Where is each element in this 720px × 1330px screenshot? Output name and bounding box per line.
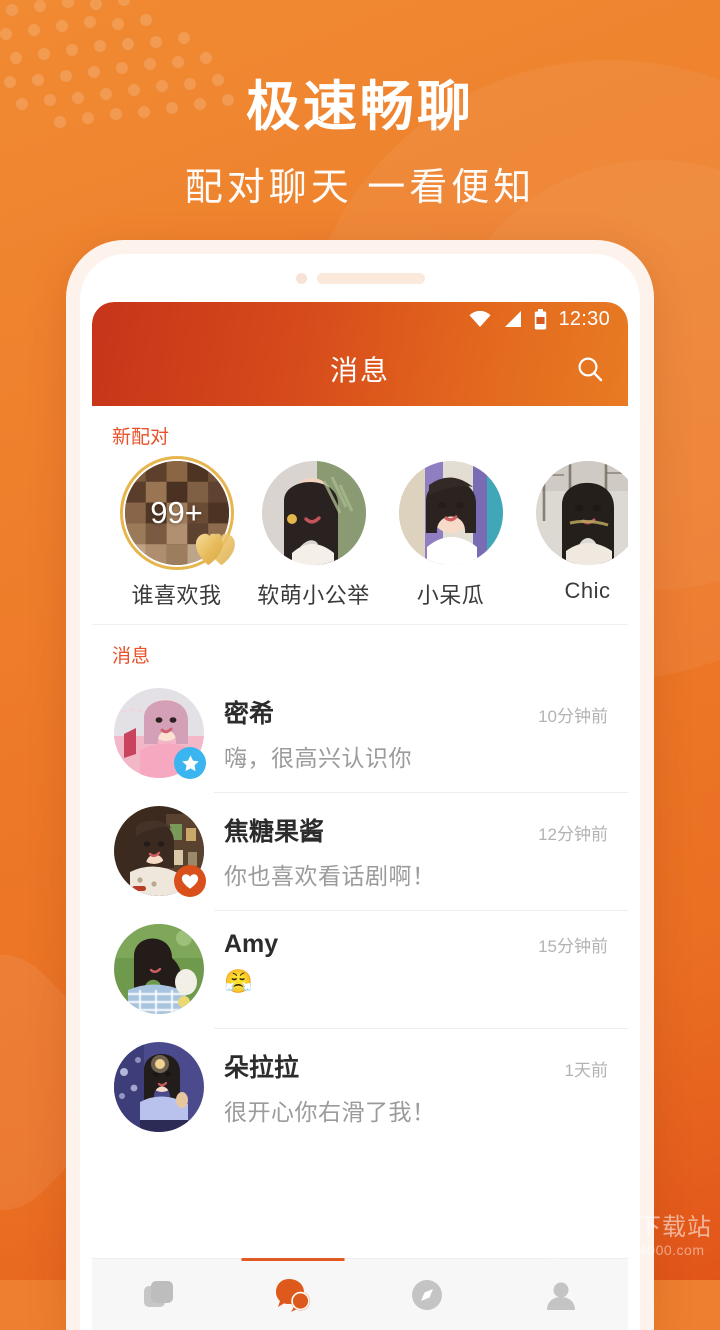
search-icon[interactable] [570,349,610,389]
avatar-wrap [398,461,503,565]
message-name: Amy [224,930,279,958]
matches-carousel[interactable]: 99+ 谁喜欢我 软萌小公举 小呆瓜 Chic [92,455,628,624]
message-name: 密希 [224,700,275,728]
message-time: 15分钟前 [538,937,608,956]
avatar-wrap [535,461,628,565]
battery-icon [534,308,547,330]
promo-subtitle: 配对聊天 一看便知 [184,167,536,210]
app-bar: 12:30 消息 [92,302,628,406]
avatar [114,1042,204,1132]
match-label: 小呆瓜 [416,583,485,608]
profile-icon [547,1282,575,1310]
message-name: 朵拉拉 [224,1054,300,1082]
nav-item-chat[interactable] [226,1259,360,1330]
message-body: 焦糖果酱 12分钟前 你也喜欢看话剧啊！ [204,806,608,891]
match-label: Chic [564,578,611,603]
message-body: Amy 15分钟前 😤 [204,924,608,995]
page-title: 消息 [329,355,390,386]
messages-section-title: 消息 [112,646,151,667]
nav-item-profile[interactable] [494,1259,628,1330]
message-preview: 嗨，很高兴认识你 [224,745,412,771]
nav-item-discover[interactable] [360,1259,494,1330]
heart-badge [174,865,206,897]
message-preview: 😤 [224,968,254,994]
promo-title: 极速畅聊 [246,77,474,137]
message-row[interactable]: 焦糖果酱 12分钟前 你也喜欢看话剧啊！ [92,792,628,910]
avatar [261,461,366,565]
matches-section-title: 新配对 [112,427,170,448]
likes-avatar-wrap: 99+ [119,456,235,570]
avatar-wrap [114,688,206,779]
signal-icon [503,310,523,328]
message-time: 10分钟前 [538,707,608,726]
screen-content: 新配对 99+ 谁喜欢我 软萌小公举 小呆瓜 Chic 消息 密希 10分钟前 … [92,406,628,1330]
match-label: 谁喜欢我 [131,583,222,608]
message-time: 1天前 [564,1061,608,1080]
match-item-1[interactable]: 软萌小公举 [245,461,382,610]
phone-notch [80,254,640,302]
message-body: 密希 10分钟前 嗨，很高兴认识你 [204,688,608,773]
promo-headline: 极速畅聊 配对聊天 一看便知 [0,0,720,211]
phone-mockup: 12:30 消息 新配对 99+ 谁喜欢我 软萌小公举 小呆瓜 Chic 消息 … [66,240,654,1330]
app-bar-row: 消息 [92,336,628,402]
bottom-navigation [92,1258,628,1330]
nav-item-cards[interactable] [92,1259,226,1330]
message-preview: 很开心你右滑了我！ [224,1099,436,1125]
avatar-wrap [114,1042,204,1132]
cards-icon [144,1280,173,1307]
message-row[interactable]: 密希 10分钟前 嗨，很高兴认识你 [92,674,628,792]
message-header: 朵拉拉 1天前 [224,1048,608,1084]
message-preview: 你也喜欢看话剧啊！ [224,863,436,889]
avatar-wrap [261,461,366,565]
message-header: 焦糖果酱 12分钟前 [224,812,608,848]
compass-icon [412,1279,442,1310]
star-badge [174,747,206,779]
avatar [398,461,503,565]
match-item-2[interactable]: 小呆瓜 [382,461,519,610]
message-list: 密希 10分钟前 嗨，很高兴认识你 焦糖果酱 12分钟前 你也喜欢看话剧啊！ A… [92,674,628,1146]
status-bar: 12:30 [92,302,628,336]
message-time: 12分钟前 [538,825,608,844]
wifi-icon [468,310,492,328]
phone-screen: 12:30 消息 新配对 99+ 谁喜欢我 软萌小公举 小呆瓜 Chic 消息 … [92,302,628,1330]
match-label: 软萌小公举 [257,583,370,608]
avatar-wrap [114,806,206,897]
match-item-3[interactable]: Chic [519,461,628,610]
camera-icon [295,272,307,284]
message-header: 密希 10分钟前 [224,694,608,730]
message-row[interactable]: 朵拉拉 1天前 很开心你右滑了我！ [92,1028,628,1146]
status-clock: 12:30 [558,307,610,330]
message-header: Amy 15分钟前 [224,930,608,959]
message-name: 焦糖果酱 [224,818,325,846]
phone-bezel: 12:30 消息 新配对 99+ 谁喜欢我 软萌小公举 小呆瓜 Chic 消息 … [80,254,640,1330]
match-item-likes[interactable]: 99+ 谁喜欢我 [108,456,245,610]
avatar-wrap [114,924,204,1014]
speaker-grille [316,272,425,284]
message-row[interactable]: Amy 15分钟前 😤 [92,910,628,1028]
message-body: 朵拉拉 1天前 很开心你右滑了我！ [204,1042,608,1127]
avatar [535,461,628,565]
heart-badge [195,533,235,566]
avatar [114,924,204,1014]
